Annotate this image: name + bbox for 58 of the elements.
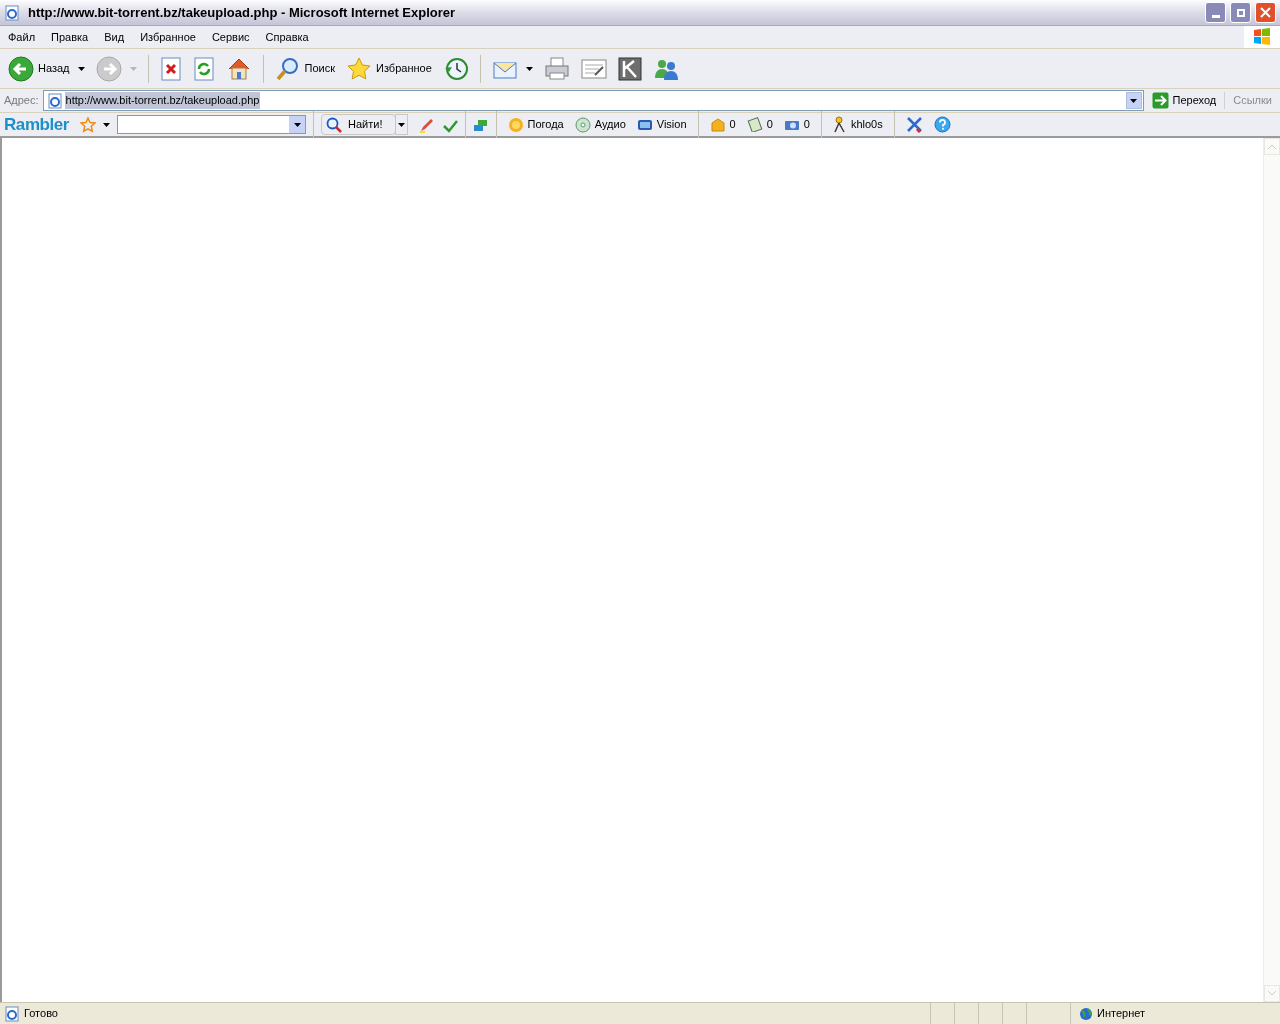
zone-text: Интернет xyxy=(1097,1006,1145,1022)
tools-icon xyxy=(905,116,923,133)
page-icon xyxy=(46,92,63,109)
star-icon xyxy=(80,116,97,133)
favorites-button[interactable]: Избранное xyxy=(342,51,436,86)
document-cross-icon xyxy=(159,56,182,81)
window-title: http://www.bit-torrent.bz/takeupload.php - Microsoft Internet Explorer xyxy=(28,3,456,22)
weather-button[interactable]: Погода xyxy=(503,114,568,135)
help-icon xyxy=(933,116,951,133)
close-button[interactable] xyxy=(1255,2,1276,23)
menu-item[interactable]: Справка xyxy=(257,26,317,48)
photo-button[interactable]: 0 xyxy=(779,114,814,135)
printer-icon xyxy=(543,56,570,81)
refresh-icon xyxy=(192,56,215,81)
edit-page-icon xyxy=(580,57,607,80)
pencil-icon xyxy=(418,116,435,133)
search-button[interactable]: Поиск xyxy=(270,51,339,86)
menu-item[interactable]: Файл xyxy=(0,26,44,48)
star-icon xyxy=(346,55,372,82)
menu-item[interactable]: Вид xyxy=(96,26,133,48)
disc-icon xyxy=(574,116,591,133)
right-arrow-icon xyxy=(1151,92,1169,109)
menu-item[interactable]: Сервис xyxy=(203,26,258,48)
dropdown-button[interactable] xyxy=(289,116,306,133)
back-button[interactable]: Назад xyxy=(4,51,89,86)
caret-icon xyxy=(293,122,301,127)
camera-icon xyxy=(783,118,800,131)
search-icon xyxy=(274,55,301,82)
user-button[interactable]: khlo0s xyxy=(828,114,887,135)
minimize-button[interactable] xyxy=(1205,2,1226,23)
menu-item[interactable]: Правка xyxy=(43,26,97,48)
mail-button[interactable]: 0 xyxy=(705,114,740,135)
note-button[interactable]: 0 xyxy=(742,114,777,135)
caret-icon xyxy=(103,122,111,127)
caret-icon xyxy=(1130,98,1138,103)
page-icon xyxy=(4,4,20,21)
restore-button[interactable] xyxy=(1230,2,1251,23)
go-button[interactable]: Переход xyxy=(1147,90,1221,111)
close-icon xyxy=(1260,7,1271,18)
sun-icon xyxy=(507,116,524,133)
status-text: Готово xyxy=(24,1006,58,1022)
windows-logo-icon xyxy=(1253,28,1271,46)
address-text: http://www.bit-torrent.bz/takeupload.php xyxy=(64,92,261,109)
search-icon xyxy=(326,116,343,133)
menu-item[interactable]: Избранное xyxy=(132,26,204,48)
caret-icon xyxy=(397,122,405,127)
address-field[interactable]: http://www.bit-torrent.bz/takeupload.php xyxy=(42,90,1144,111)
audio-button[interactable]: Аудио xyxy=(570,114,630,135)
rambler-search-field[interactable] xyxy=(117,115,307,134)
dropdown-button[interactable] xyxy=(1125,92,1142,109)
globe-icon xyxy=(1079,1006,1093,1021)
address-label: Адрес: xyxy=(4,93,39,109)
notepad-icon xyxy=(746,117,763,132)
vision-button[interactable]: Vision xyxy=(632,114,691,135)
monitor-icon xyxy=(636,117,653,132)
k-logo-icon xyxy=(617,56,642,81)
page-icon xyxy=(4,1005,20,1022)
vertical-scrollbar[interactable] xyxy=(1263,138,1280,1002)
